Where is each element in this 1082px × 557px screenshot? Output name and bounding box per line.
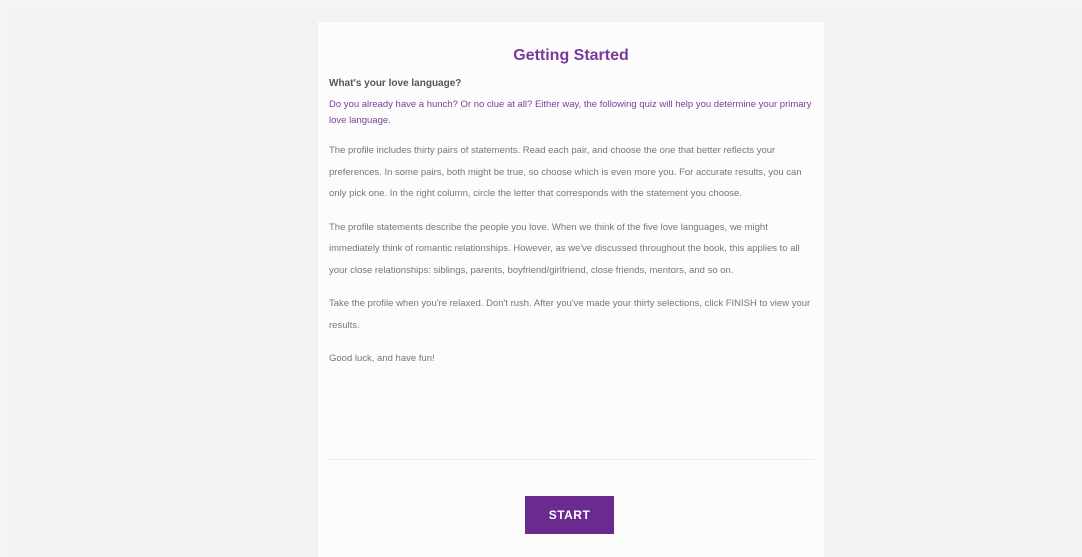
page-title: Getting Started (513, 47, 629, 64)
divider (328, 459, 814, 460)
closing-paragraph: Good luck, and have fun! (329, 353, 435, 364)
start-button[interactable]: START (525, 496, 614, 534)
quiz-intro-card: Getting Started What's your love languag… (318, 22, 824, 557)
section-subtitle: What's your love language? (329, 78, 462, 89)
intro-text: Do you already have a hunch? Or no clue … (329, 99, 812, 126)
description-paragraph: The profile statements describe the peop… (329, 221, 800, 276)
tips-paragraph: Take the profile when you're relaxed. Do… (329, 298, 811, 331)
instructions-paragraph: The profile includes thirty pairs of sta… (329, 145, 802, 199)
